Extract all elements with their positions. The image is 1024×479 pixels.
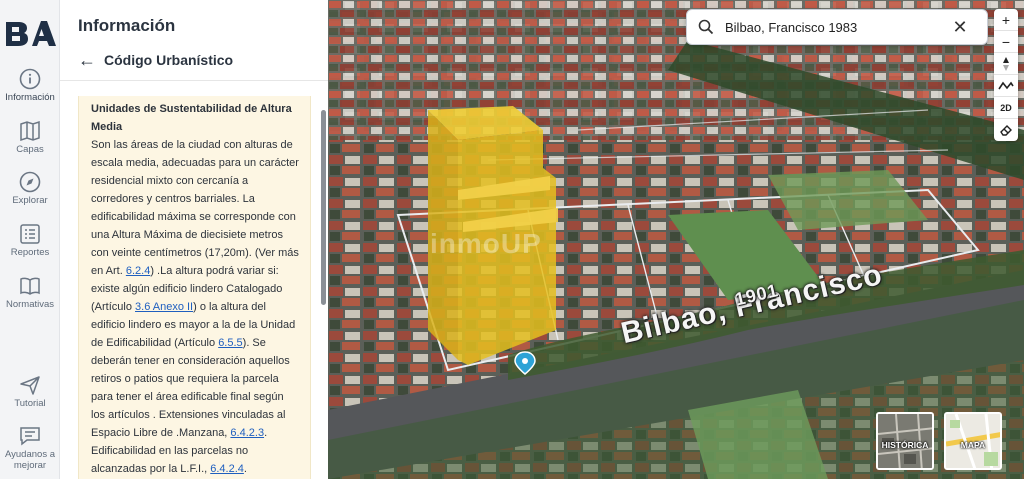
map-controls: + − 2D — [994, 9, 1018, 141]
arrow-left-icon: ← — [78, 50, 96, 70]
rail-label: Ayudanos a mejorar — [4, 449, 55, 471]
rail-item-informacion[interactable]: Información — [0, 68, 60, 103]
tilt-icon — [998, 81, 1014, 89]
rail-label: Capas — [16, 144, 44, 155]
eraser-icon — [1000, 125, 1012, 136]
zoom-in-button[interactable]: + — [994, 9, 1018, 31]
body-text: ). Se deberán tener en consideración aqu… — [91, 337, 290, 439]
rail-item-explorar[interactable]: Explorar — [0, 171, 60, 206]
tilt-button[interactable] — [994, 75, 1018, 97]
search-input[interactable] — [725, 19, 945, 35]
watermark: inmoUP — [430, 228, 542, 259]
send-icon — [20, 376, 40, 395]
rail-label: Normativas — [5, 299, 55, 310]
map-3d-view[interactable]: Bilbao, Francisco 1901 inmoUP — [328, 0, 1024, 479]
compass-north-button[interactable] — [994, 53, 1018, 75]
eraser-button[interactable] — [994, 119, 1018, 141]
panel-title: Información — [78, 16, 176, 35]
left-rail: Información Capas Explorar Reportes Norm… — [0, 0, 60, 479]
back-button[interactable]: ← Código Urbanístico — [78, 50, 233, 70]
address-search[interactable]: ✕ — [686, 9, 988, 45]
back-label: Código Urbanístico — [104, 52, 234, 68]
zoning-description: Unidades de Sustentabilidad de Altura Me… — [78, 96, 311, 479]
link-art-6-4-2-4[interactable]: 6.4.2.4 — [210, 463, 244, 475]
rail-item-tutorial[interactable]: Tutorial — [0, 374, 60, 409]
body-text: Son las áreas de la ciudad con alturas d… — [91, 139, 299, 277]
rail-item-capas[interactable]: Capas — [0, 120, 60, 155]
link-art-6-5-5[interactable]: 6.5.5 — [218, 337, 242, 349]
search-icon — [687, 19, 725, 35]
link-art-6-2-4[interactable]: 6.2.4 — [126, 265, 150, 277]
rail-label: Reportes — [10, 247, 50, 258]
zoom-out-button[interactable]: − — [994, 31, 1018, 53]
link-anexo-ii[interactable]: 3.6 Anexo II — [135, 301, 193, 313]
ba-logo[interactable] — [4, 18, 56, 48]
rail-label: Explorar — [12, 195, 48, 206]
basemap-historic-thumb[interactable]: HISTÓRICA — [876, 412, 934, 470]
rail-item-ayudanos[interactable]: Ayudanos a mejorar — [0, 425, 60, 471]
north-arrow-icon — [1003, 56, 1009, 71]
divider — [60, 80, 328, 81]
compass-icon — [19, 171, 41, 193]
rail-label: Tutorial — [14, 398, 46, 409]
info-panel: Información ← Código Urbanístico Unidade… — [60, 0, 328, 479]
thumb-label: MAPA — [960, 440, 986, 450]
close-icon[interactable]: ✕ — [945, 17, 975, 38]
info-icon — [19, 68, 41, 90]
section-body: Son las áreas de la ciudad con alturas d… — [91, 136, 300, 478]
section-title: Unidades de Sustentabilidad de Altura Me… — [91, 103, 292, 133]
feedback-icon — [20, 427, 40, 446]
rail-item-reportes[interactable]: Reportes — [0, 223, 60, 258]
link-art-6-4-2-3[interactable]: 6.4.2.3 — [230, 427, 264, 439]
map-layers-icon — [20, 120, 40, 142]
body-text: . — [243, 463, 247, 475]
basemap-map-thumb[interactable]: MAPA — [944, 412, 1002, 470]
book-icon — [20, 277, 40, 295]
rail-item-normativas[interactable]: Normativas — [0, 275, 60, 310]
panel-scrollbar-thumb[interactable] — [321, 110, 326, 305]
rail-label: Información — [5, 92, 55, 103]
toggle-2d-button[interactable]: 2D — [994, 97, 1018, 119]
thumb-label: HISTÓRICA — [881, 440, 929, 450]
list-icon — [20, 224, 40, 244]
